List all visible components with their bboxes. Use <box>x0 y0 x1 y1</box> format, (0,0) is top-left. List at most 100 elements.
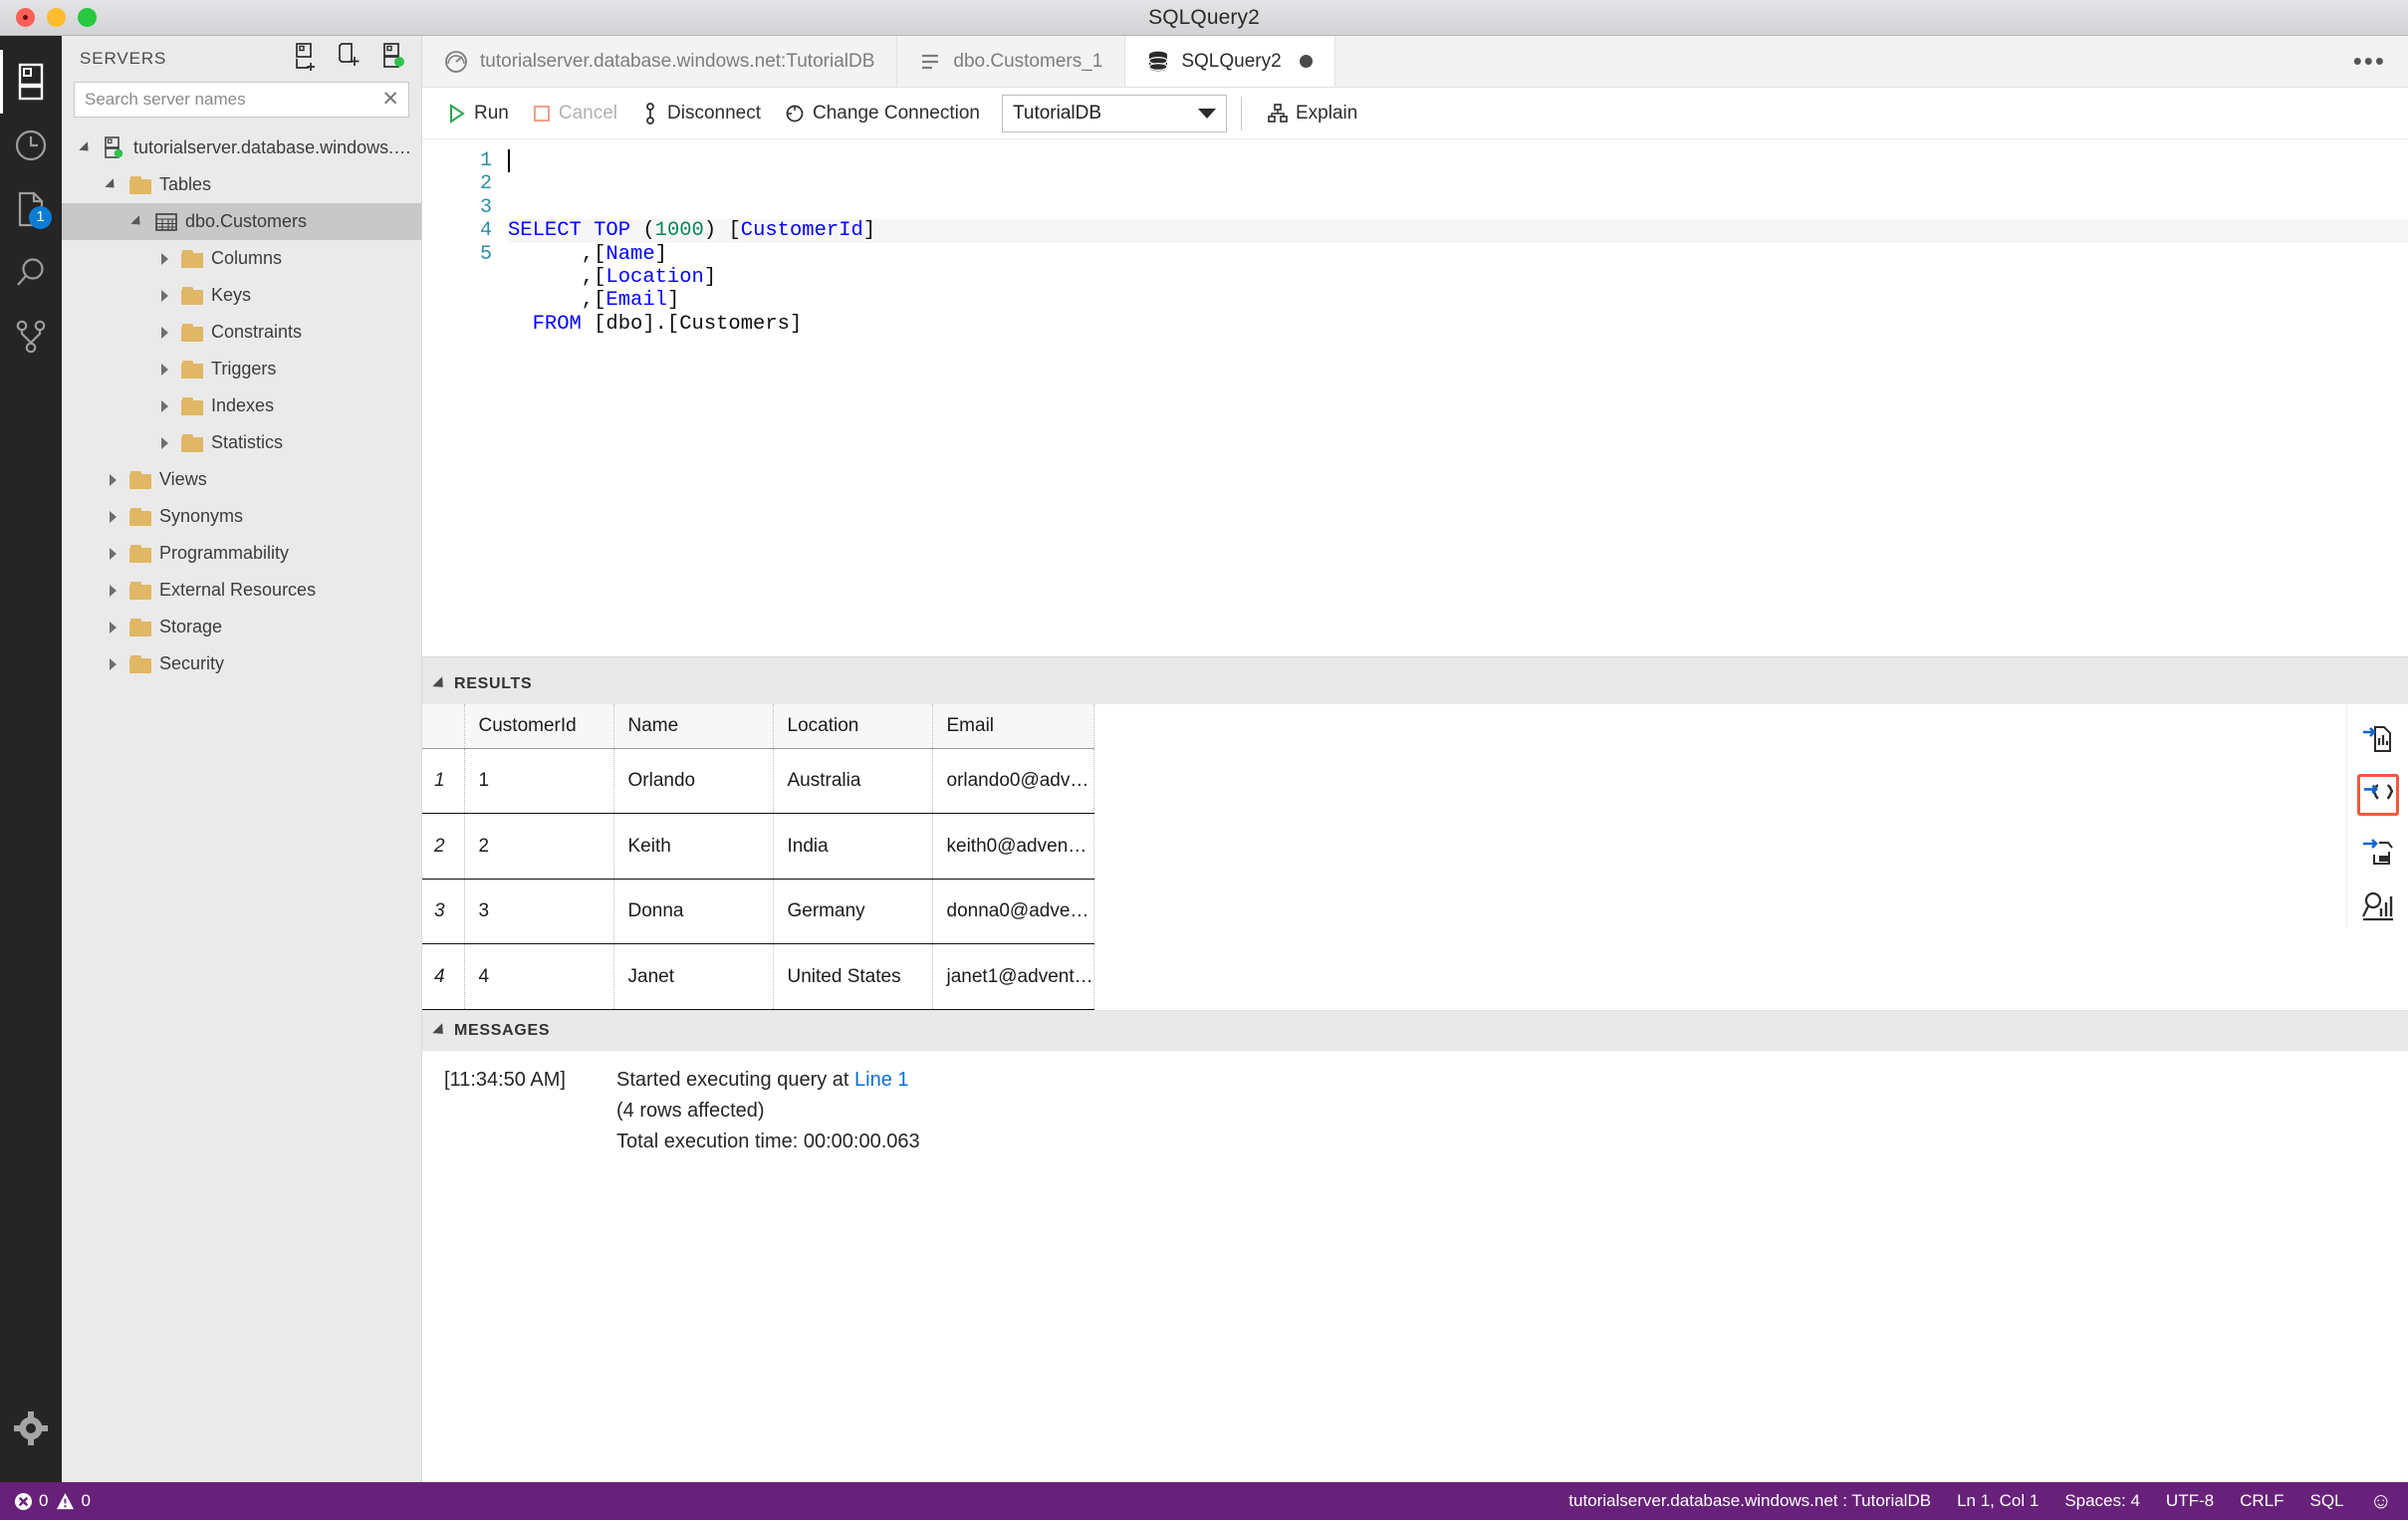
run-button[interactable]: Run <box>436 94 521 133</box>
tree-item-columns[interactable]: Columns <box>62 240 421 277</box>
message-line-link[interactable]: Line 1 <box>854 1069 909 1091</box>
tab-dirty-indicator[interactable] <box>1299 55 1313 68</box>
activity-item-servers[interactable] <box>0 50 62 114</box>
results-section-header[interactable]: RESULTS <box>422 664 2408 705</box>
grid-cell[interactable]: 4 <box>464 943 614 1011</box>
collapse-results-icon[interactable] <box>432 676 448 692</box>
view-as-chart-icon[interactable] <box>2357 886 2399 927</box>
twisty-collapsed-icon[interactable] <box>100 473 125 486</box>
grid-cell[interactable]: Keith <box>613 813 774 880</box>
row-number[interactable]: 2 <box>422 813 465 880</box>
status-language-mode[interactable]: SQL <box>2310 1491 2344 1511</box>
tree-item-triggers[interactable]: Triggers <box>62 351 421 387</box>
tab-tutorialserver-database-windows-net-tutorialdb[interactable]: tutorialserver.database.windows.net:Tuto… <box>422 36 898 87</box>
tree-item-synonyms[interactable]: Synonyms <box>62 498 421 535</box>
errors-status[interactable]: 0 <box>14 1491 48 1511</box>
twisty-collapsed-icon[interactable] <box>100 657 125 670</box>
status-cursor-position[interactable]: Ln 1, Col 1 <box>1957 1491 2039 1511</box>
twisty-collapsed-icon[interactable] <box>151 363 177 376</box>
feedback-smiley-icon[interactable]: ☺ <box>2370 1488 2392 1514</box>
table-row[interactable]: 1 1 Orlando Australia orlando0@adv… <box>422 748 1094 815</box>
tree-item-programmability[interactable]: Programmability <box>62 535 421 572</box>
tree-item-dbo-customers[interactable]: dbo.Customers <box>62 203 421 240</box>
tab-dbo-customers-1[interactable]: dbo.Customers_1 <box>897 36 1126 87</box>
table-row[interactable]: 2 2 Keith India keith0@adven… <box>422 813 1094 880</box>
tab-sqlquery2[interactable]: SQLQuery2 <box>1125 36 1335 87</box>
grid-cell[interactable]: Germany <box>773 879 933 945</box>
grid-cell[interactable]: keith0@adven… <box>932 813 1094 880</box>
status-eol[interactable]: CRLF <box>2240 1491 2284 1511</box>
tree-item-external-resources[interactable]: External Resources <box>62 572 421 609</box>
grid-corner-cell[interactable] <box>422 704 465 749</box>
grid-column-header[interactable]: Name <box>613 704 774 749</box>
tree-item-keys[interactable]: Keys <box>62 277 421 314</box>
row-number[interactable]: 3 <box>422 879 465 945</box>
twisty-expanded-icon[interactable] <box>100 177 125 192</box>
search-input[interactable] <box>74 82 409 118</box>
disconnect-button[interactable]: Disconnect <box>629 94 773 133</box>
grid-column-header[interactable]: Location <box>773 704 933 749</box>
table-row[interactable]: 4 4 Janet United States janet1@advent… <box>422 943 1094 1011</box>
new-server-group-icon[interactable] <box>338 42 363 76</box>
tree-item-tutorialserver-database-windows-n[interactable]: tutorialserver.database.windows.n... <box>62 129 421 166</box>
status-connection[interactable]: tutorialserver.database.windows.net : Tu… <box>1568 1491 1931 1511</box>
results-grid[interactable]: CustomerId Name Location Email 1 1 Orlando Aust… <box>422 704 1094 1011</box>
warnings-status[interactable]: 0 <box>56 1491 91 1511</box>
grid-cell[interactable]: 1 <box>464 748 614 815</box>
new-connection-icon[interactable] <box>294 42 320 76</box>
activity-item-search[interactable] <box>0 241 62 305</box>
twisty-collapsed-icon[interactable] <box>100 547 125 560</box>
save-as-excel-icon[interactable] <box>2357 718 2399 760</box>
tab-actions-more-button[interactable]: ••• <box>2331 36 2408 87</box>
grid-cell[interactable]: 2 <box>464 813 614 880</box>
tree-item-statistics[interactable]: Statistics <box>62 424 421 461</box>
status-indentation[interactable]: Spaces: 4 <box>2064 1491 2140 1511</box>
twisty-collapsed-icon[interactable] <box>100 510 125 523</box>
save-as-csv-icon[interactable] <box>2357 830 2399 872</box>
grid-cell[interactable]: Janet <box>613 943 774 1011</box>
cancel-button[interactable]: Cancel <box>521 94 629 133</box>
grid-cell[interactable]: Donna <box>613 879 774 945</box>
grid-cell[interactable]: 3 <box>464 879 614 945</box>
table-row[interactable]: 3 3 Donna Germany donna0@adve… <box>422 879 1094 945</box>
show-active-connections-icon[interactable] <box>381 42 407 76</box>
change-connection-button[interactable]: Change Connection <box>773 94 992 133</box>
twisty-collapsed-icon[interactable] <box>151 326 177 339</box>
messages-section-header[interactable]: MESSAGES <box>422 1011 2408 1052</box>
tree-item-indexes[interactable]: Indexes <box>62 387 421 424</box>
tree-item-storage[interactable]: Storage <box>62 609 421 645</box>
twisty-expanded-icon[interactable] <box>74 140 100 155</box>
grid-column-header[interactable]: Email <box>932 704 1094 749</box>
tree-item-views[interactable]: Views <box>62 461 421 498</box>
grid-cell[interactable]: India <box>773 813 933 880</box>
row-number[interactable]: 4 <box>422 943 465 1011</box>
status-encoding[interactable]: UTF-8 <box>2166 1491 2214 1511</box>
row-number[interactable]: 1 <box>422 748 465 815</box>
twisty-collapsed-icon[interactable] <box>151 252 177 265</box>
explain-button[interactable]: Explain <box>1256 94 1369 133</box>
database-dropdown[interactable]: TutorialDB <box>1001 94 1227 132</box>
grid-cell[interactable]: United States <box>773 943 933 1011</box>
grid-cell[interactable]: donna0@adve… <box>932 879 1094 945</box>
collapse-messages-icon[interactable] <box>432 1023 448 1039</box>
twisty-collapsed-icon[interactable] <box>151 399 177 412</box>
grid-column-header[interactable]: CustomerId <box>464 704 614 749</box>
panel-splitter[interactable] <box>422 656 2408 665</box>
code-area[interactable]: SELECT TOP (1000) [CustomerId] ,[Name] ,… <box>508 139 2408 656</box>
twisty-collapsed-icon[interactable] <box>151 289 177 302</box>
twisty-collapsed-icon[interactable] <box>151 436 177 449</box>
tree-item-tables[interactable]: Tables <box>62 166 421 203</box>
twisty-expanded-icon[interactable] <box>125 214 151 229</box>
grid-cell[interactable]: Orlando <box>613 748 774 815</box>
clear-search-icon[interactable]: ✕ <box>381 88 399 112</box>
activity-item-settings[interactable] <box>0 1396 62 1460</box>
tree-item-security[interactable]: Security <box>62 645 421 682</box>
twisty-collapsed-icon[interactable] <box>100 584 125 597</box>
grid-cell[interactable]: orlando0@adv… <box>932 748 1094 815</box>
grid-cell[interactable]: Australia <box>773 748 933 815</box>
activity-item-history[interactable] <box>0 114 62 177</box>
save-as-json-icon[interactable] <box>2356 774 2399 817</box>
grid-cell[interactable]: janet1@advent… <box>932 943 1094 1011</box>
activity-item-source-control[interactable] <box>0 305 62 369</box>
twisty-collapsed-icon[interactable] <box>100 621 125 633</box>
